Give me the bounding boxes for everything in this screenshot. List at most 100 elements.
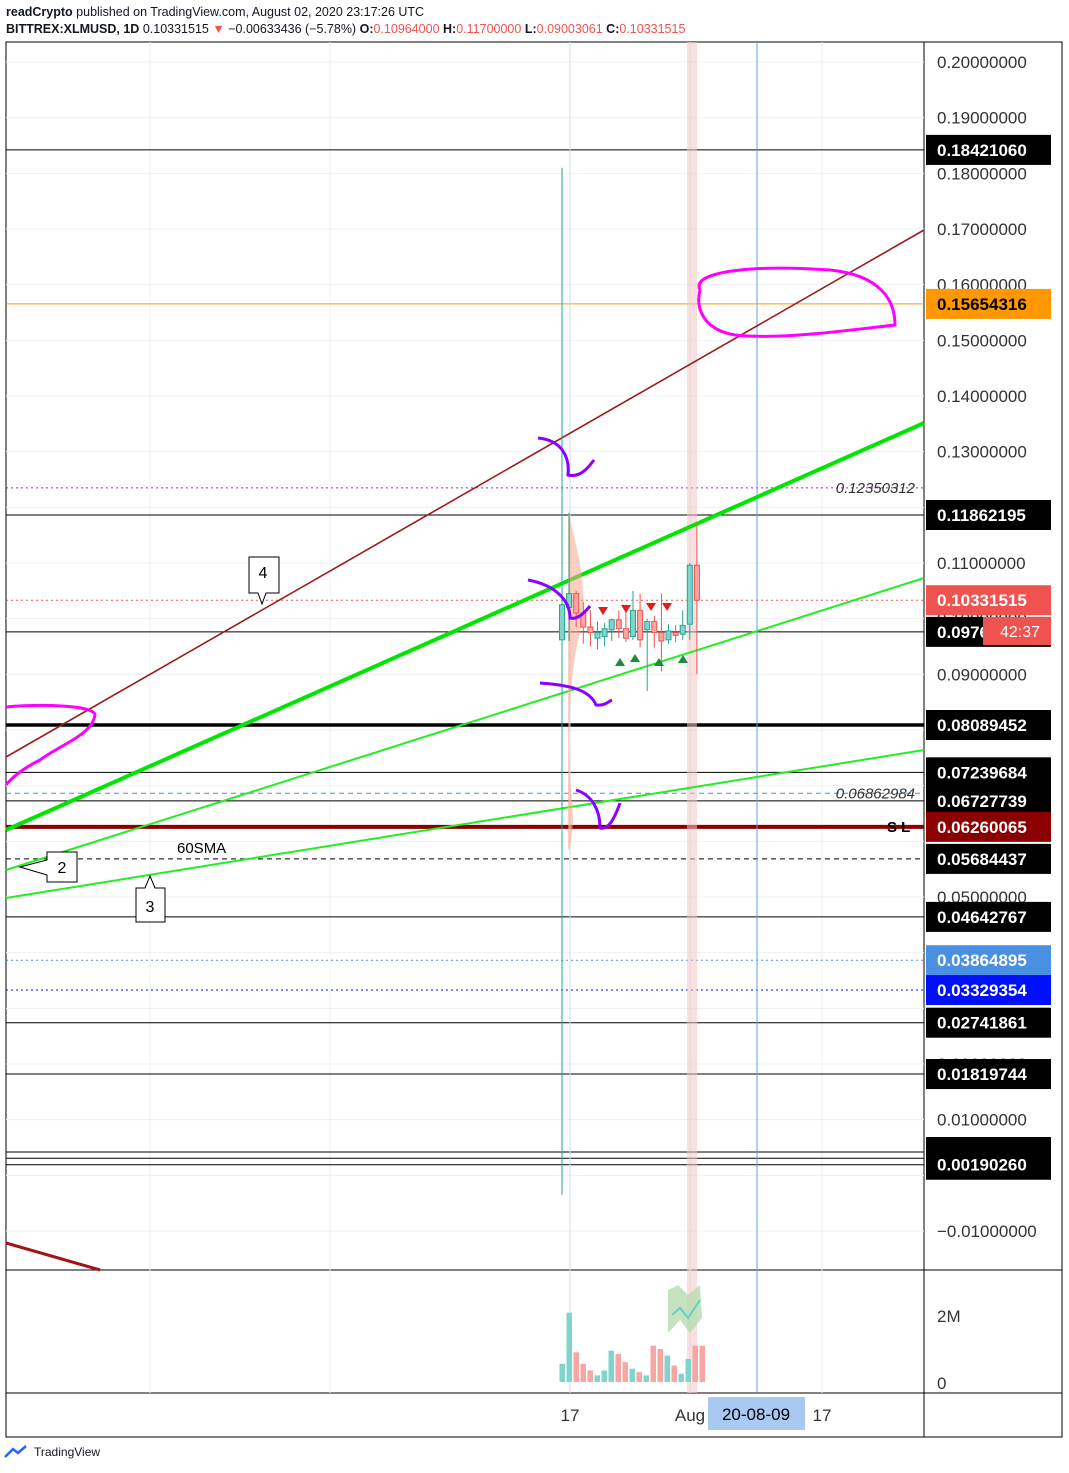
countdown-text: 42:37 <box>1000 624 1040 641</box>
volume-bar <box>601 1370 607 1382</box>
price-tick: 0.09000000 <box>937 665 1027 684</box>
price-label: 0.00190260 <box>937 1156 1027 1175</box>
volume-bar <box>678 1373 684 1382</box>
volume-bar <box>615 1353 621 1382</box>
left-ellipse <box>4 704 97 786</box>
candle-body <box>594 632 601 639</box>
time-label: 17 <box>813 1406 832 1425</box>
volume-bar <box>650 1345 656 1382</box>
volume-bar <box>643 1375 649 1382</box>
price-tick: 0.15000000 <box>937 331 1027 350</box>
callout-3-text: 3 <box>146 899 155 916</box>
price-label: 0.05684437 <box>937 850 1027 869</box>
sell-marker <box>646 603 656 611</box>
candles <box>559 167 700 1195</box>
value-annotation: 0.12350312 <box>836 480 916 497</box>
price-label: 0.15654316 <box>937 295 1027 314</box>
candle-body <box>587 626 594 634</box>
candle-body <box>573 593 580 614</box>
price-tick: 0.13000000 <box>937 443 1027 462</box>
price-label: 0.06727739 <box>937 792 1027 811</box>
callout-4-text: 4 <box>259 565 268 582</box>
volume-bar <box>566 1312 572 1382</box>
volume-bar <box>664 1355 670 1382</box>
purple-arrow-3 <box>539 681 613 707</box>
price-chart[interactable]: 4 2 3 60SMA S L 0.12350312 0.06862984 0.2… <box>0 0 1069 1473</box>
volume-bar <box>608 1350 614 1382</box>
candle-body <box>615 619 622 630</box>
time-label: 17 <box>561 1406 580 1425</box>
price-tick: −0.01000000 <box>937 1222 1037 1241</box>
price-labels[interactable]: 0.18421060 0.15654316 0.11862195 0.10331515… <box>926 134 1051 1180</box>
brand-text: TradingView <box>34 1445 101 1459</box>
volume-bar <box>685 1358 691 1382</box>
volume-bar <box>657 1349 663 1382</box>
price-tick: 0.01000000 <box>937 1111 1027 1130</box>
time-label: Aug <box>675 1406 705 1425</box>
callout-4[interactable]: 4 <box>248 556 280 606</box>
sell-marker <box>662 603 672 611</box>
candle-body <box>679 624 686 635</box>
price-label: 0.04642767 <box>937 908 1027 927</box>
purple-arrow-1 <box>537 436 596 478</box>
candle-body <box>651 620 658 634</box>
crosshair-date: 20-08-09 <box>722 1405 790 1424</box>
highlight-band <box>687 42 697 1393</box>
price-label: 0.03329354 <box>937 981 1027 1000</box>
sma-label: 60SMA <box>177 840 226 857</box>
volume-bar <box>671 1365 677 1382</box>
volume-bar <box>573 1352 579 1382</box>
price-label: 0.01819744 <box>937 1065 1027 1084</box>
price-label: 0.11862195 <box>937 506 1026 525</box>
price-tick: 0.11000000 <box>937 554 1026 573</box>
volume-tick: 0 <box>937 1374 946 1393</box>
purple-arrow-4 <box>575 788 622 830</box>
volume-bar <box>692 1345 698 1382</box>
volume-tick: 2M <box>937 1307 961 1326</box>
volume-ticks: 2M 0 <box>937 1307 961 1393</box>
lower-red-trendline <box>5 1241 101 1272</box>
sell-marker <box>621 605 631 613</box>
callout-2[interactable]: 2 <box>18 851 78 883</box>
volume-bar <box>580 1363 586 1382</box>
candle-body <box>693 564 700 601</box>
grid <box>6 42 924 1393</box>
candle-body <box>637 609 644 641</box>
buy-marker <box>615 658 625 666</box>
value-annotation: 0.06862984 <box>836 785 915 802</box>
red-trendline <box>5 229 925 758</box>
stop-loss-label: S L <box>887 819 910 836</box>
callout-3[interactable]: 3 <box>135 874 166 923</box>
callout-2-text: 2 <box>58 860 67 877</box>
buy-marker <box>630 654 640 662</box>
volume-profile <box>568 510 584 850</box>
footer: TradingView <box>4 1445 100 1459</box>
price-tick: 0.20000000 <box>937 53 1027 72</box>
horizontal-levels <box>6 149 924 1166</box>
price-label: 0.06260065 <box>937 818 1027 837</box>
price-tick: 0.14000000 <box>937 387 1027 406</box>
price-tick: 0.18000000 <box>937 164 1027 183</box>
candle-body <box>630 609 636 637</box>
candle-body <box>665 630 672 641</box>
volume-bar <box>636 1372 642 1382</box>
price-label: 0.02741861 <box>937 1014 1027 1033</box>
chart-frame <box>5 41 1063 1438</box>
price-tick: 0.19000000 <box>937 109 1027 128</box>
price-label: 0.07239684 <box>937 763 1027 782</box>
price-label: 0.08089452 <box>937 716 1027 735</box>
price-label: 0.18421060 <box>937 141 1027 160</box>
thick-green-trendline <box>5 421 925 832</box>
candle-body <box>686 564 693 625</box>
candle-body <box>658 632 665 642</box>
volume-bar <box>629 1368 635 1382</box>
price-label: 0.10331515 <box>937 591 1027 610</box>
candle-body <box>644 620 651 631</box>
price-tick: 0.17000000 <box>937 220 1027 239</box>
candle-body <box>622 628 629 639</box>
sell-marker <box>598 607 608 615</box>
volume-bar <box>587 1370 593 1382</box>
volume-bar <box>699 1345 705 1382</box>
candle-body <box>672 632 679 636</box>
tradingview-logo-icon <box>4 1445 27 1458</box>
